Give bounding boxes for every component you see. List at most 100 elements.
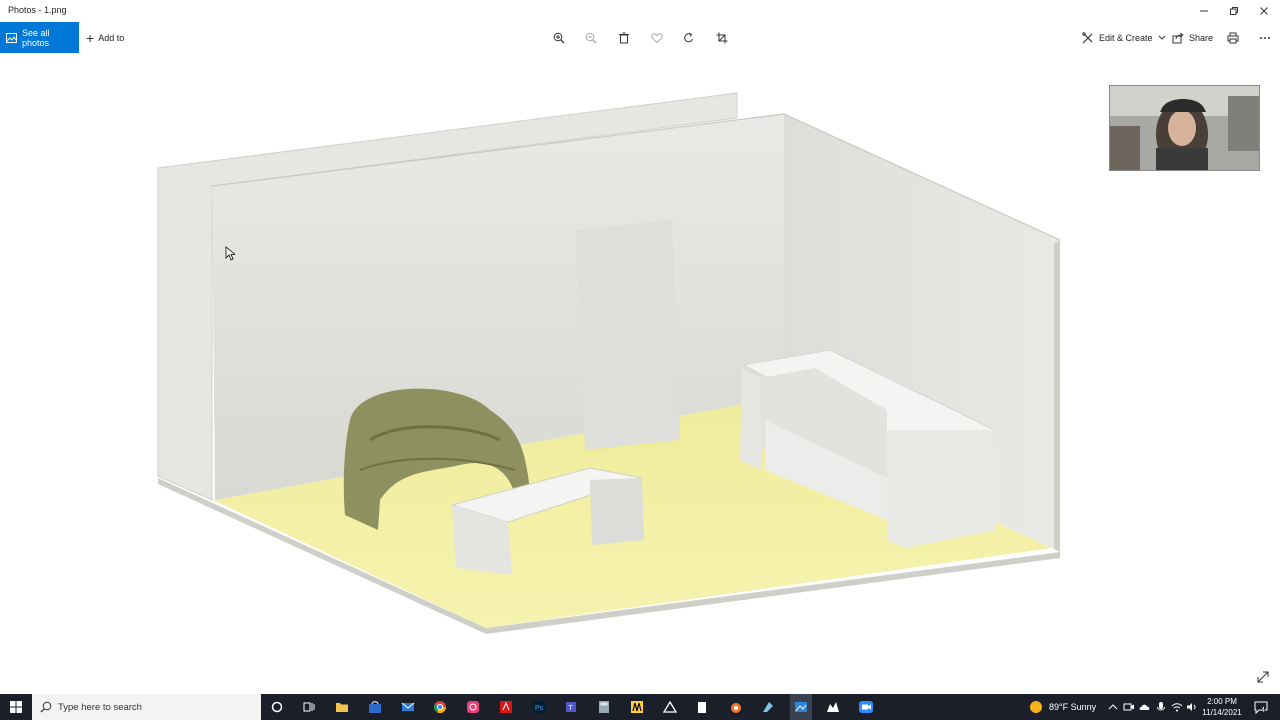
minimize-button[interactable] [1188, 0, 1220, 22]
tray-onedrive[interactable] [1138, 697, 1152, 717]
cursor-icon [225, 246, 237, 261]
rotate-icon [684, 32, 693, 43]
taskbar-miro[interactable] [627, 697, 647, 717]
blender-icon [731, 703, 741, 713]
store-icon [369, 701, 381, 713]
taskbar-mail[interactable] [398, 697, 418, 717]
tray-network[interactable] [1170, 697, 1184, 717]
taskbar-drive[interactable] [660, 697, 680, 717]
triangle-icon [663, 701, 677, 713]
taskbar-store[interactable] [365, 697, 385, 717]
tray-meet-now[interactable] [1122, 697, 1136, 717]
add-to-label: Add to [98, 32, 125, 43]
rotate-button[interactable] [681, 30, 697, 46]
weather-widget[interactable] [1026, 697, 1046, 717]
taskbar-rhino[interactable] [823, 697, 843, 717]
search-icon [40, 701, 52, 713]
favorite-button[interactable] [649, 30, 665, 46]
wifi-icon [1171, 703, 1183, 712]
photoshop-icon: Ps [533, 701, 545, 713]
webcam-video [1110, 86, 1259, 170]
title-bar: Photos - 1.png [0, 0, 1280, 22]
photo-canvas[interactable] [0, 53, 1280, 694]
notification-count: 4 [1261, 707, 1265, 714]
photos-toolbar: See all photos + Add to Edit & Create Sh… [0, 22, 1280, 53]
acrobat-icon [500, 701, 512, 713]
crop-icon [716, 32, 728, 44]
zoom-icon [859, 701, 873, 713]
taskbar-app-blue[interactable] [758, 697, 778, 717]
webcam-overlay [1109, 85, 1260, 171]
task-view-icon [303, 702, 315, 712]
clock-time: 2:00 PM [1207, 697, 1237, 706]
taskbar-chrome[interactable] [430, 697, 450, 717]
taskbar-search-box[interactable]: Type here to search [32, 694, 261, 720]
see-all-photos-button[interactable]: See all photos [0, 22, 79, 53]
rhino-icon [827, 702, 839, 712]
tray-microphone[interactable] [1154, 697, 1168, 717]
edit-create-icon [1082, 31, 1093, 43]
action-center-button[interactable]: 4 [1251, 697, 1271, 717]
folder-icon [336, 703, 348, 712]
expand-icon [1257, 671, 1269, 683]
minimize-icon [1200, 10, 1208, 12]
search-placeholder: Type here to search [58, 701, 142, 713]
mail-icon [401, 702, 415, 711]
fullscreen-button[interactable] [1256, 670, 1272, 686]
taskbar-photos-active[interactable] [790, 694, 812, 720]
share-label: Share [1189, 32, 1214, 43]
task-view-button[interactable] [299, 697, 319, 717]
taskbar-zoom[interactable] [856, 697, 876, 717]
share-icon [1172, 32, 1184, 43]
chevron-up-icon [1108, 704, 1118, 710]
taskbar-photoshop[interactable]: Ps [529, 697, 549, 717]
cortana-button[interactable] [267, 697, 287, 717]
share-button[interactable]: Share [1172, 22, 1213, 53]
chevron-down-icon [1158, 35, 1165, 40]
add-to-button[interactable]: + Add to [86, 22, 124, 53]
mouse-cursor [225, 246, 237, 266]
restore-icon [1230, 7, 1238, 15]
camera-icon [1123, 703, 1134, 711]
room-render-image [157, 92, 1061, 634]
taskbar-notepad[interactable] [692, 697, 712, 717]
weather-text: 89°F Sunny [1049, 702, 1097, 712]
document-icon [698, 701, 706, 713]
photos-icon [6, 32, 17, 43]
taskbar-file-explorer[interactable] [332, 697, 352, 717]
taskbar: Type here to search Ps T 89°F Sunny 2:00… [0, 694, 1280, 720]
delete-button[interactable] [616, 30, 632, 46]
zoom-in-icon [553, 32, 565, 44]
svg-text:Ps: Ps [535, 705, 544, 712]
taskbar-acrobat[interactable] [496, 697, 516, 717]
taskbar-blender[interactable] [725, 697, 745, 717]
edit-create-button[interactable]: Edit & Create [1082, 22, 1166, 53]
crop-button[interactable] [714, 30, 730, 46]
print-icon [1227, 32, 1239, 44]
start-button[interactable] [0, 694, 32, 720]
zoom-out-button[interactable] [583, 30, 599, 46]
calculator-icon [599, 701, 609, 713]
close-button[interactable] [1248, 0, 1280, 22]
teams-icon: T [566, 702, 576, 712]
show-hidden-icons-button[interactable] [1106, 697, 1120, 717]
window-title: Photos - 1.png [8, 5, 67, 15]
close-icon [1260, 7, 1268, 15]
taskbar-app-pink[interactable] [463, 697, 483, 717]
taskbar-calculator[interactable] [594, 697, 614, 717]
edit-create-label: Edit & Create [1099, 32, 1153, 43]
zoom-out-icon [585, 32, 597, 44]
restore-button[interactable] [1218, 0, 1250, 22]
more-icon [1260, 37, 1270, 39]
clock-date: 11/14/2021 [1202, 708, 1242, 717]
taskbar-teams[interactable]: T [562, 697, 582, 717]
miro-icon [631, 701, 643, 713]
print-button[interactable] [1225, 30, 1241, 46]
cloud-icon [1139, 704, 1150, 710]
zoom-in-button[interactable] [551, 30, 567, 46]
delete-icon [619, 32, 629, 44]
app-icon [467, 701, 479, 713]
svg-text:T: T [569, 705, 574, 712]
more-options-button[interactable] [1257, 30, 1273, 46]
taskbar-clock[interactable]: 2:00 PM 11/14/2021 [1196, 696, 1248, 718]
